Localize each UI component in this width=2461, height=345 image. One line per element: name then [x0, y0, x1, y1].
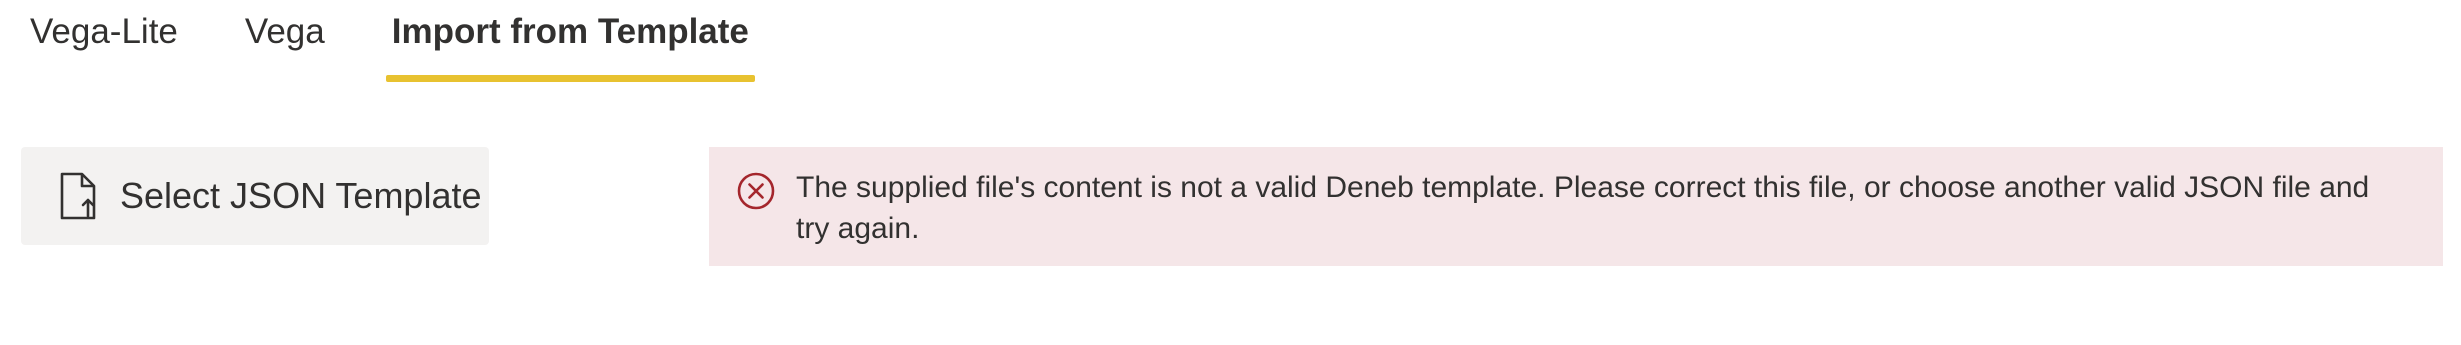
error-circle-icon — [736, 171, 776, 211]
error-message-text: The supplied file's content is not a val… — [796, 171, 2370, 245]
file-upload-icon — [58, 172, 98, 220]
tab-vega[interactable]: Vega — [245, 0, 325, 90]
tab-vega-lite[interactable]: Vega-Lite — [30, 0, 178, 90]
select-json-template-button[interactable]: Select JSON Template — [21, 147, 489, 245]
select-json-template-label: Select JSON Template — [120, 175, 482, 216]
tab-import-from-template[interactable]: Import from Template — [385, 0, 756, 90]
pivot-tabs: Vega-Lite Vega Import from Template — [30, 0, 756, 90]
error-message-bar: The supplied file's content is not a val… — [709, 147, 2443, 266]
